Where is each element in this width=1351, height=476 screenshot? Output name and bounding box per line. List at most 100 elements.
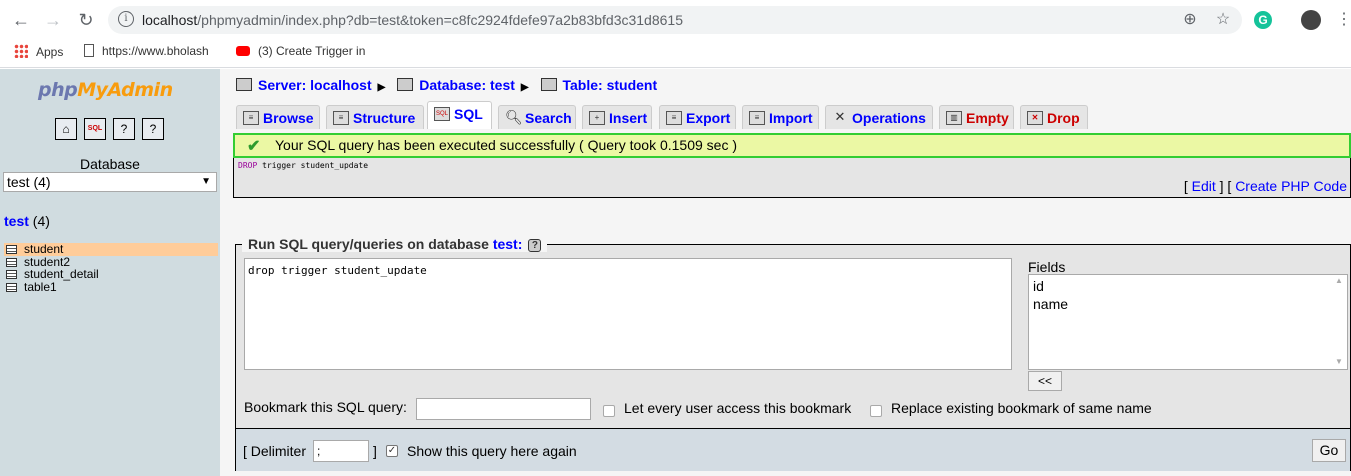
bookmark-label: (3) Create Trigger in: [258, 44, 366, 58]
bookmark-youtube[interactable]: (3) Create Trigger in: [236, 44, 365, 58]
documentation-icon[interactable]: ?: [113, 118, 135, 140]
tab-label: Drop: [1047, 110, 1080, 126]
back-arrow-icon[interactable]: ←: [8, 8, 34, 32]
legend-db-link[interactable]: test:: [493, 236, 523, 252]
bookmark-bholash[interactable]: https://www.bholash: [84, 44, 209, 58]
checkmark-icon: ✔: [247, 138, 261, 155]
server-icon: [236, 78, 252, 91]
table-icon[interactable]: [6, 270, 17, 279]
structure-icon: ≡: [333, 111, 349, 125]
bookmark-label: Apps: [36, 45, 64, 59]
tab-label: Operations: [852, 110, 926, 126]
go-button[interactable]: Go: [1312, 439, 1346, 462]
mysql-docs-icon[interactable]: ?: [142, 118, 164, 140]
db-title-link[interactable]: test: [4, 213, 29, 229]
star-icon[interactable]: ☆: [1211, 8, 1235, 32]
tab-label: Structure: [353, 110, 416, 126]
breadcrumb: Server: localhost ▶ Database: test ▶ Table…: [236, 77, 661, 93]
show-query-label: Show this query here again: [407, 443, 577, 459]
magnifier-icon: 🔍︎: [505, 109, 523, 125]
insert-field-button[interactable]: <<: [1028, 371, 1062, 391]
home-icon[interactable]: ⌂: [55, 118, 77, 140]
info-icon[interactable]: i: [118, 11, 134, 27]
submit-bar: [ Delimiter ] ✓ Show this query here aga…: [236, 429, 1350, 471]
scrollbar[interactable]: ▲ ▼: [1332, 276, 1346, 368]
table-list: student student2 student_detail table1: [4, 243, 218, 293]
bookmark-label: https://www.bholash: [102, 44, 209, 58]
db-title: test (4): [4, 213, 50, 229]
bookmark-apps[interactable]: Apps: [14, 44, 63, 59]
main-frame: Server: localhost ▶ Database: test ▶ Table…: [220, 69, 1351, 476]
tab-label: Search: [525, 110, 572, 126]
table-item-label[interactable]: table1: [24, 280, 57, 294]
table-icon[interactable]: [6, 257, 17, 267]
address-bar[interactable]: i localhost/phpmyadmin/index.php?db=test…: [108, 6, 1242, 34]
reload-icon[interactable]: ↻: [73, 8, 99, 32]
sql-icon: SQL: [434, 107, 450, 121]
sql-query-fieldset: Run SQL query/queries on database test:?…: [235, 236, 1351, 471]
insert-icon: +: [589, 111, 605, 125]
database-icon: [397, 78, 414, 91]
browse-icon: ≡: [243, 111, 259, 125]
menu-dots-icon[interactable]: ⋮: [1332, 8, 1351, 32]
browser-chrome: ← → ↻ i localhost/phpmyadmin/index.php?d…: [0, 0, 1351, 68]
import-icon: ≡: [749, 111, 765, 125]
sql-window-icon[interactable]: SQL: [84, 118, 106, 140]
drop-x-icon: ✕: [1027, 111, 1043, 125]
tab-empty[interactable]: ▥ Empty: [939, 105, 1014, 129]
tab-search[interactable]: 🔍︎ Search: [498, 105, 576, 129]
breadcrumb-server[interactable]: Server: localhost: [236, 77, 372, 93]
table-icon[interactable]: [6, 282, 17, 292]
table-icon[interactable]: [6, 245, 17, 254]
fields-listbox[interactable]: id name ▲ ▼: [1028, 274, 1348, 370]
tab-sql[interactable]: SQL SQL: [427, 101, 492, 129]
sql-query-textarea[interactable]: drop trigger student_update: [244, 258, 1012, 370]
database-label: Database: [80, 156, 140, 172]
url-host: localhost: [142, 12, 198, 28]
table-item-table1[interactable]: table1: [4, 280, 218, 294]
grammarly-icon[interactable]: G: [1254, 11, 1272, 29]
help-icon[interactable]: ?: [528, 239, 542, 252]
breadcrumb-table[interactable]: Table: student: [540, 77, 657, 93]
tab-label: Empty: [966, 110, 1009, 126]
replace-bookmark-checkbox[interactable]: [870, 405, 882, 417]
tab-insert[interactable]: + Insert: [582, 105, 652, 129]
delimiter-close: ]: [373, 443, 377, 459]
tab-export[interactable]: ≡ Export: [659, 105, 736, 129]
delimiter-input[interactable]: [313, 440, 369, 462]
avatar[interactable]: [1301, 10, 1321, 30]
field-option[interactable]: id: [1033, 277, 1343, 295]
tab-structure[interactable]: ≡ Structure: [326, 105, 424, 129]
zoom-icon[interactable]: ⊕: [1178, 8, 1202, 32]
executed-query-box: DROP trigger student_update [ Edit ] [ C…: [233, 158, 1351, 198]
success-message: ✔ Your SQL query has been executed succes…: [233, 133, 1351, 158]
tab-browse[interactable]: ≡ Browse: [236, 105, 320, 129]
left-frame: phpMyAdmin ⌂ SQL ? ? Database test (4) ▼ …: [0, 69, 220, 476]
breadcrumb-separator-icon: ▶: [520, 82, 529, 93]
every-user-label: Let every user access this bookmark: [624, 400, 852, 416]
tab-import[interactable]: ≡ Import: [742, 105, 819, 129]
table-icon: [540, 78, 557, 91]
every-user-checkbox[interactable]: [603, 405, 615, 417]
forward-arrow-icon[interactable]: →: [40, 8, 66, 32]
chevron-down-icon: ▼: [201, 176, 211, 187]
database-select[interactable]: test (4) ▼: [3, 172, 217, 192]
page-icon: [84, 44, 94, 57]
phpmyadmin-logo[interactable]: phpMyAdmin: [38, 79, 173, 101]
delimiter-label: [ Delimiter: [243, 443, 307, 459]
breadcrumb-database-label: Database: test: [419, 77, 515, 93]
create-php-code-link[interactable]: Create PHP Code: [1235, 178, 1347, 194]
logo-admin: Admin: [107, 79, 174, 101]
breadcrumb-separator-icon: ▶: [377, 82, 386, 93]
tools-icon: ✕: [834, 109, 846, 124]
breadcrumb-database[interactable]: Database: test: [397, 77, 515, 93]
show-query-checkbox[interactable]: ✓: [386, 445, 398, 457]
field-option[interactable]: name: [1033, 295, 1343, 313]
tab-operations[interactable]: ✕ Operations: [825, 105, 933, 129]
url-text[interactable]: localhost/phpmyadmin/index.php?db=test&t…: [142, 12, 683, 28]
bookmark-input[interactable]: [416, 398, 591, 420]
fields-label: Fields: [1028, 259, 1066, 275]
edit-link[interactable]: Edit: [1192, 178, 1216, 194]
bookmarks-bar: Apps https://www.bholash (3) Create Trig…: [0, 40, 1351, 64]
tab-drop[interactable]: ✕ Drop: [1020, 105, 1088, 129]
